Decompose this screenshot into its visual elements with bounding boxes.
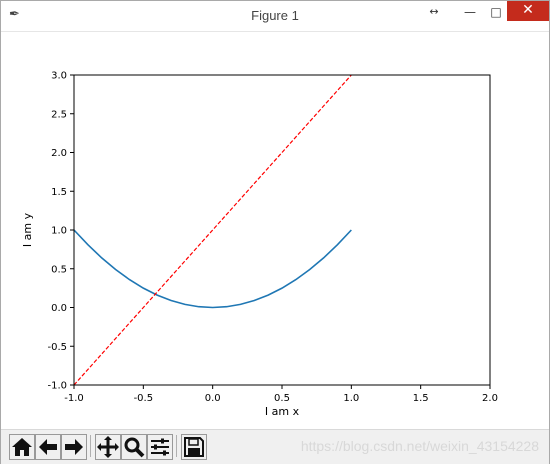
y-axis-label: I am y [21,212,34,247]
axes-frame [73,74,491,386]
navigation-toolbar: https://blog.csdn.net/weixin_43154228 [1,429,549,464]
arrow-right-icon [65,439,83,455]
x-tick-label: 1.0 [343,393,359,404]
close-button[interactable]: ✕ [507,1,549,21]
y-tick-label: 0.5 [51,264,67,275]
save-button[interactable] [181,434,207,460]
toolbar-separator [176,435,177,457]
y-tick-label: -1.0 [47,381,67,392]
series-line-dashed [74,75,352,385]
title-bar[interactable]: ✒ Figure 1 ↔ — □ ✕ [1,1,549,32]
home-button[interactable] [9,434,35,460]
y-tick-label: -0.5 [47,342,67,353]
y-tick-label: 1.5 [51,187,67,198]
arrow-left-icon [39,439,57,455]
x-tick-label: 2.0 [482,393,498,404]
y-tick-label: 1.0 [51,226,67,237]
series-line-solid [74,229,352,309]
y-tick-label: 0.0 [51,303,67,314]
x-tick-label: 1.5 [413,393,429,404]
y-tick-label: 3.0 [51,71,67,82]
back-button[interactable] [35,434,61,460]
resize-button[interactable]: ↔ [419,1,449,25]
floppy-disk-icon [184,437,204,457]
move-icon [97,436,119,458]
figure-window: ✒ Figure 1 ↔ — □ ✕ -1.0 -0.5 0.0 0.5 1.0 1.5 2… [0,0,550,464]
y-tick-label: 2.5 [51,109,67,120]
zoom-button[interactable] [121,434,147,460]
x-tick-label: -0.5 [134,393,154,404]
home-icon [12,438,32,456]
plot-canvas[interactable]: -1.0 -0.5 0.0 0.5 1.0 1.5 2.0 -1.0 -0.5 0.0 0.5 1.0… [1,32,549,429]
toolbar-separator [90,435,91,457]
chart-svg: -1.0 -0.5 0.0 0.5 1.0 1.5 2.0 -1.0 -0.5 0.0 0.5 1.0… [21,71,498,419]
x-axis-label: I am x [265,405,300,418]
forward-button[interactable] [61,434,87,460]
magnifier-icon [124,437,145,458]
watermark-text: https://blog.csdn.net/weixin_43154228 [300,438,539,454]
sliders-icon [151,438,169,456]
subplots-button[interactable] [147,434,173,460]
x-tick-label: 0.5 [274,393,290,404]
x-tick-label: 0.0 [205,393,221,404]
y-tick-label: 2.0 [51,148,67,159]
x-tick-label: -1.0 [64,393,84,404]
pan-button[interactable] [95,434,121,460]
